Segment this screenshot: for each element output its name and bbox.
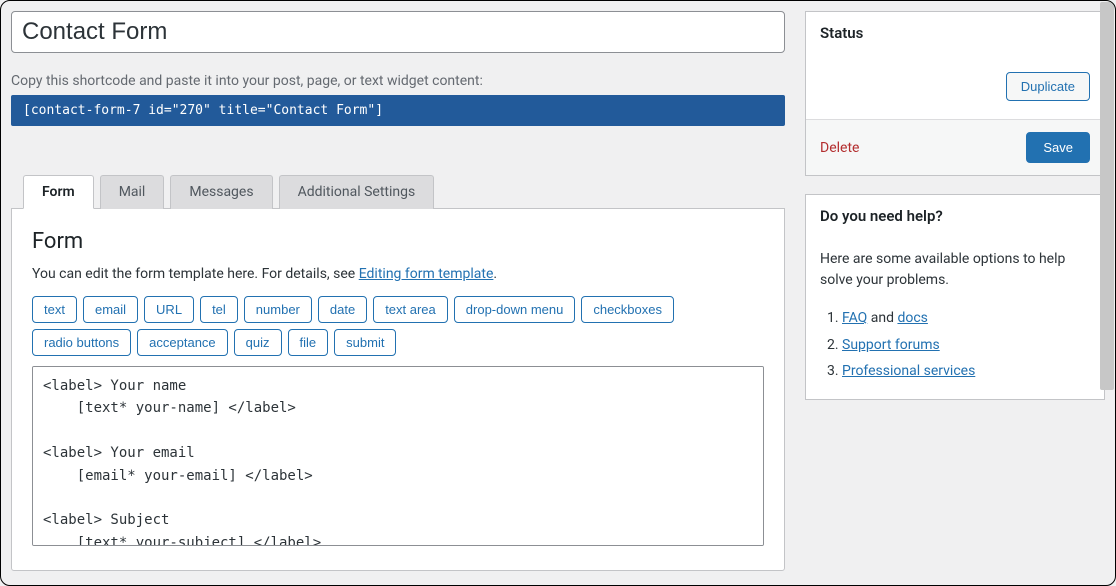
tag-btn-file[interactable]: file xyxy=(288,329,329,356)
help-list: FAQ and docs Support forums Professional… xyxy=(820,305,1090,385)
form-tab-panel: Form You can edit the form template here… xyxy=(11,208,785,571)
professional-services-link[interactable]: Professional services xyxy=(842,363,975,379)
form-title-input[interactable] xyxy=(11,11,785,53)
help-item-faq: FAQ and docs xyxy=(842,305,1090,332)
tag-btn-date[interactable]: date xyxy=(318,296,367,323)
main-column: Copy this shortcode and paste it into yo… xyxy=(11,11,785,585)
sidebar-column: Status Duplicate Delete Save Do you need… xyxy=(805,11,1105,585)
duplicate-button[interactable]: Duplicate xyxy=(1006,72,1090,101)
docs-link[interactable]: docs xyxy=(897,310,927,326)
tag-btn-radio[interactable]: radio buttons xyxy=(32,329,131,356)
status-box: Status Duplicate Delete Save xyxy=(805,11,1105,176)
tag-btn-textarea[interactable]: text area xyxy=(373,296,448,323)
note-suffix: . xyxy=(493,266,497,282)
shortcode-value-input[interactable] xyxy=(11,95,785,126)
tag-btn-number[interactable]: number xyxy=(244,296,312,323)
tag-btn-text[interactable]: text xyxy=(32,296,77,323)
tab-mail[interactable]: Mail xyxy=(100,175,165,209)
help-heading: Do you need help? xyxy=(806,195,1104,237)
editing-template-link[interactable]: Editing form template xyxy=(359,266,494,282)
support-forums-link[interactable]: Support forums xyxy=(842,337,940,353)
form-panel-note: You can edit the form template here. For… xyxy=(32,266,764,282)
tab-additional-settings[interactable]: Additional Settings xyxy=(279,175,435,209)
help-and-text: and xyxy=(867,310,897,326)
help-item-services: Professional services xyxy=(842,358,1090,385)
shortcode-hint-text: Copy this shortcode and paste it into yo… xyxy=(11,73,785,89)
tag-btn-tel[interactable]: tel xyxy=(200,296,238,323)
faq-link[interactable]: FAQ xyxy=(842,310,867,326)
tag-btn-acceptance[interactable]: acceptance xyxy=(137,329,228,356)
tag-btn-submit[interactable]: submit xyxy=(334,329,396,356)
tag-btn-checkboxes[interactable]: checkboxes xyxy=(581,296,674,323)
tab-form[interactable]: Form xyxy=(23,175,94,209)
help-box: Do you need help? Here are some availabl… xyxy=(805,194,1105,400)
form-panel-heading: Form xyxy=(32,229,764,254)
tag-btn-dropdown[interactable]: drop-down menu xyxy=(454,296,576,323)
tag-btn-url[interactable]: URL xyxy=(144,296,194,323)
tab-messages[interactable]: Messages xyxy=(170,175,272,209)
editor-tab-list: Form Mail Messages Additional Settings xyxy=(11,174,785,208)
form-template-textarea[interactable] xyxy=(32,366,764,546)
page-scrollbar[interactable] xyxy=(1100,2,1114,390)
help-item-forums: Support forums xyxy=(842,332,1090,359)
tag-btn-quiz[interactable]: quiz xyxy=(234,329,282,356)
tag-generator-row: text email URL tel number date text area… xyxy=(32,296,764,356)
note-prefix: You can edit the form template here. For… xyxy=(32,266,359,282)
help-intro-text: Here are some available options to help … xyxy=(820,249,1090,291)
tag-btn-email[interactable]: email xyxy=(83,296,138,323)
status-heading: Status xyxy=(806,12,1104,54)
delete-link[interactable]: Delete xyxy=(820,140,859,156)
save-button[interactable]: Save xyxy=(1026,132,1090,163)
